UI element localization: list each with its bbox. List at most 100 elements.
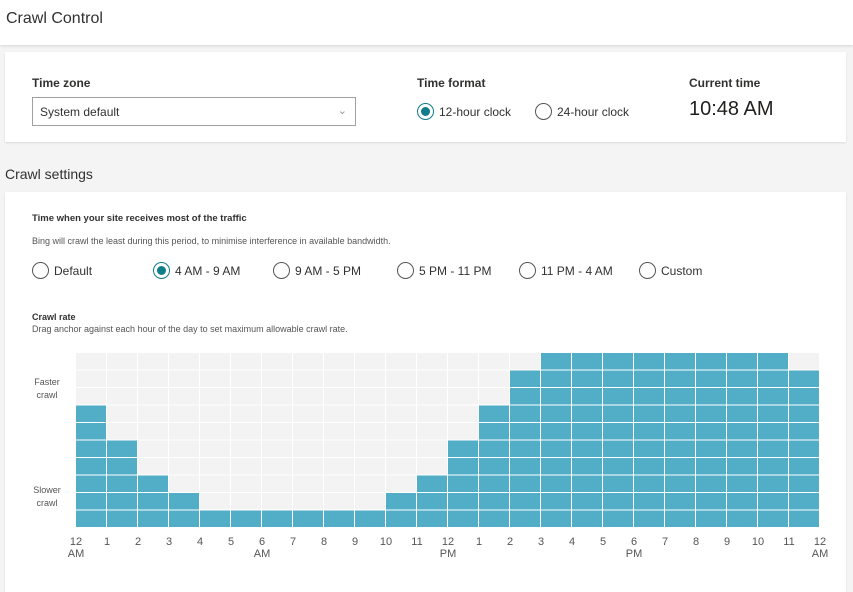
crawl-rate-cell-empty[interactable] bbox=[169, 423, 199, 440]
crawl-rate-cell-empty[interactable] bbox=[262, 388, 292, 405]
crawl-rate-cell-filled[interactable] bbox=[665, 388, 695, 405]
traffic-option[interactable]: Default bbox=[32, 262, 92, 279]
crawl-rate-cell-filled[interactable] bbox=[727, 423, 757, 440]
crawl-rate-chart[interactable] bbox=[76, 353, 821, 529]
crawl-rate-cell-filled[interactable] bbox=[634, 353, 664, 370]
crawl-rate-cell-filled[interactable] bbox=[727, 370, 757, 388]
crawl-rate-cell-empty[interactable] bbox=[138, 423, 168, 440]
crawl-rate-cell-filled[interactable] bbox=[510, 388, 540, 405]
crawl-rate-cell-filled[interactable] bbox=[789, 475, 819, 493]
crawl-rate-cell-empty[interactable] bbox=[293, 493, 323, 510]
crawl-rate-cell-filled[interactable] bbox=[572, 510, 602, 528]
crawl-rate-cell-filled[interactable] bbox=[541, 388, 571, 405]
crawl-rate-cell-empty[interactable] bbox=[76, 388, 106, 405]
crawl-rate-cell-filled[interactable] bbox=[386, 493, 416, 510]
crawl-rate-cell-empty[interactable] bbox=[386, 423, 416, 440]
crawl-rate-cell-empty[interactable] bbox=[448, 423, 478, 440]
crawl-rate-cell-filled[interactable] bbox=[76, 440, 106, 458]
crawl-rate-cell-filled[interactable] bbox=[448, 475, 478, 493]
crawl-rate-cell-empty[interactable] bbox=[138, 440, 168, 458]
crawl-rate-cell-empty[interactable] bbox=[262, 440, 292, 458]
crawl-rate-cell-filled[interactable] bbox=[665, 353, 695, 370]
crawl-rate-cell-filled[interactable] bbox=[634, 370, 664, 388]
crawl-rate-cell-empty[interactable] bbox=[231, 423, 261, 440]
crawl-rate-cell-filled[interactable] bbox=[293, 510, 323, 528]
crawl-rate-cell-empty[interactable] bbox=[324, 423, 354, 440]
crawl-rate-cell-empty[interactable] bbox=[293, 353, 323, 370]
crawl-rate-cell-filled[interactable] bbox=[510, 405, 540, 423]
crawl-rate-cell-filled[interactable] bbox=[665, 475, 695, 493]
crawl-rate-cell-filled[interactable] bbox=[541, 510, 571, 528]
crawl-rate-cell-filled[interactable] bbox=[76, 423, 106, 440]
crawl-rate-cell-filled[interactable] bbox=[727, 353, 757, 370]
crawl-rate-cell-filled[interactable] bbox=[572, 370, 602, 388]
crawl-rate-cell-empty[interactable] bbox=[386, 353, 416, 370]
crawl-rate-cell-filled[interactable] bbox=[727, 493, 757, 510]
crawl-rate-cell-filled[interactable] bbox=[448, 510, 478, 528]
crawl-rate-cell-empty[interactable] bbox=[138, 353, 168, 370]
crawl-rate-cell-filled[interactable] bbox=[386, 510, 416, 528]
crawl-rate-cell-filled[interactable] bbox=[789, 370, 819, 388]
crawl-rate-cell-empty[interactable] bbox=[324, 405, 354, 423]
radio-12-hour[interactable]: 12-hour clock bbox=[417, 103, 511, 120]
crawl-rate-cell-filled[interactable] bbox=[603, 475, 633, 493]
crawl-rate-cell-filled[interactable] bbox=[510, 423, 540, 440]
traffic-option[interactable]: Custom bbox=[639, 262, 702, 279]
crawl-rate-cell-filled[interactable] bbox=[541, 493, 571, 510]
crawl-rate-cell-filled[interactable] bbox=[541, 353, 571, 370]
crawl-rate-cell-filled[interactable] bbox=[479, 458, 509, 475]
traffic-option[interactable]: 4 AM - 9 AM bbox=[153, 262, 240, 279]
crawl-rate-cell-empty[interactable] bbox=[262, 493, 292, 510]
crawl-rate-cell-filled[interactable] bbox=[107, 440, 137, 458]
crawl-rate-cell-filled[interactable] bbox=[603, 405, 633, 423]
crawl-rate-cell-empty[interactable] bbox=[107, 388, 137, 405]
crawl-rate-cell-filled[interactable] bbox=[696, 475, 726, 493]
crawl-rate-cell-empty[interactable] bbox=[355, 405, 385, 423]
crawl-rate-cell-empty[interactable] bbox=[448, 405, 478, 423]
crawl-rate-cell-filled[interactable] bbox=[107, 458, 137, 475]
crawl-rate-cell-empty[interactable] bbox=[293, 440, 323, 458]
crawl-rate-cell-empty[interactable] bbox=[200, 370, 230, 388]
crawl-rate-cell-filled[interactable] bbox=[510, 458, 540, 475]
crawl-rate-cell-empty[interactable] bbox=[293, 405, 323, 423]
crawl-rate-cell-empty[interactable] bbox=[417, 388, 447, 405]
crawl-rate-cell-filled[interactable] bbox=[665, 493, 695, 510]
crawl-rate-cell-empty[interactable] bbox=[169, 475, 199, 493]
crawl-rate-cell-empty[interactable] bbox=[107, 353, 137, 370]
crawl-rate-cell-empty[interactable] bbox=[200, 458, 230, 475]
crawl-rate-cell-empty[interactable] bbox=[789, 353, 819, 370]
crawl-rate-cell-empty[interactable] bbox=[107, 370, 137, 388]
crawl-rate-cell-filled[interactable] bbox=[727, 405, 757, 423]
crawl-rate-cell-filled[interactable] bbox=[76, 475, 106, 493]
crawl-rate-cell-empty[interactable] bbox=[200, 388, 230, 405]
crawl-rate-cell-empty[interactable] bbox=[138, 405, 168, 423]
crawl-rate-cell-empty[interactable] bbox=[169, 440, 199, 458]
crawl-rate-cell-filled[interactable] bbox=[758, 405, 788, 423]
crawl-rate-cell-empty[interactable] bbox=[355, 423, 385, 440]
crawl-rate-cell-filled[interactable] bbox=[634, 493, 664, 510]
crawl-rate-cell-empty[interactable] bbox=[448, 370, 478, 388]
crawl-rate-cell-filled[interactable] bbox=[138, 493, 168, 510]
crawl-rate-cell-empty[interactable] bbox=[324, 353, 354, 370]
crawl-rate-cell-empty[interactable] bbox=[510, 353, 540, 370]
crawl-rate-cell-empty[interactable] bbox=[200, 475, 230, 493]
crawl-rate-cell-filled[interactable] bbox=[634, 405, 664, 423]
crawl-rate-cell-filled[interactable] bbox=[696, 423, 726, 440]
crawl-rate-cell-filled[interactable] bbox=[603, 510, 633, 528]
crawl-rate-cell-empty[interactable] bbox=[138, 370, 168, 388]
crawl-rate-cell-filled[interactable] bbox=[169, 510, 199, 528]
crawl-rate-cell-empty[interactable] bbox=[200, 423, 230, 440]
crawl-rate-cell-empty[interactable] bbox=[386, 475, 416, 493]
crawl-rate-cell-filled[interactable] bbox=[76, 510, 106, 528]
crawl-rate-cell-filled[interactable] bbox=[727, 388, 757, 405]
crawl-rate-cell-empty[interactable] bbox=[386, 405, 416, 423]
crawl-rate-cell-empty[interactable] bbox=[293, 458, 323, 475]
crawl-rate-cell-empty[interactable] bbox=[107, 405, 137, 423]
crawl-rate-cell-empty[interactable] bbox=[479, 370, 509, 388]
crawl-rate-cell-empty[interactable] bbox=[355, 388, 385, 405]
crawl-rate-cell-empty[interactable] bbox=[262, 370, 292, 388]
crawl-rate-cell-filled[interactable] bbox=[448, 458, 478, 475]
crawl-rate-cell-filled[interactable] bbox=[541, 370, 571, 388]
crawl-rate-cell-empty[interactable] bbox=[386, 388, 416, 405]
crawl-rate-cell-empty[interactable] bbox=[231, 370, 261, 388]
